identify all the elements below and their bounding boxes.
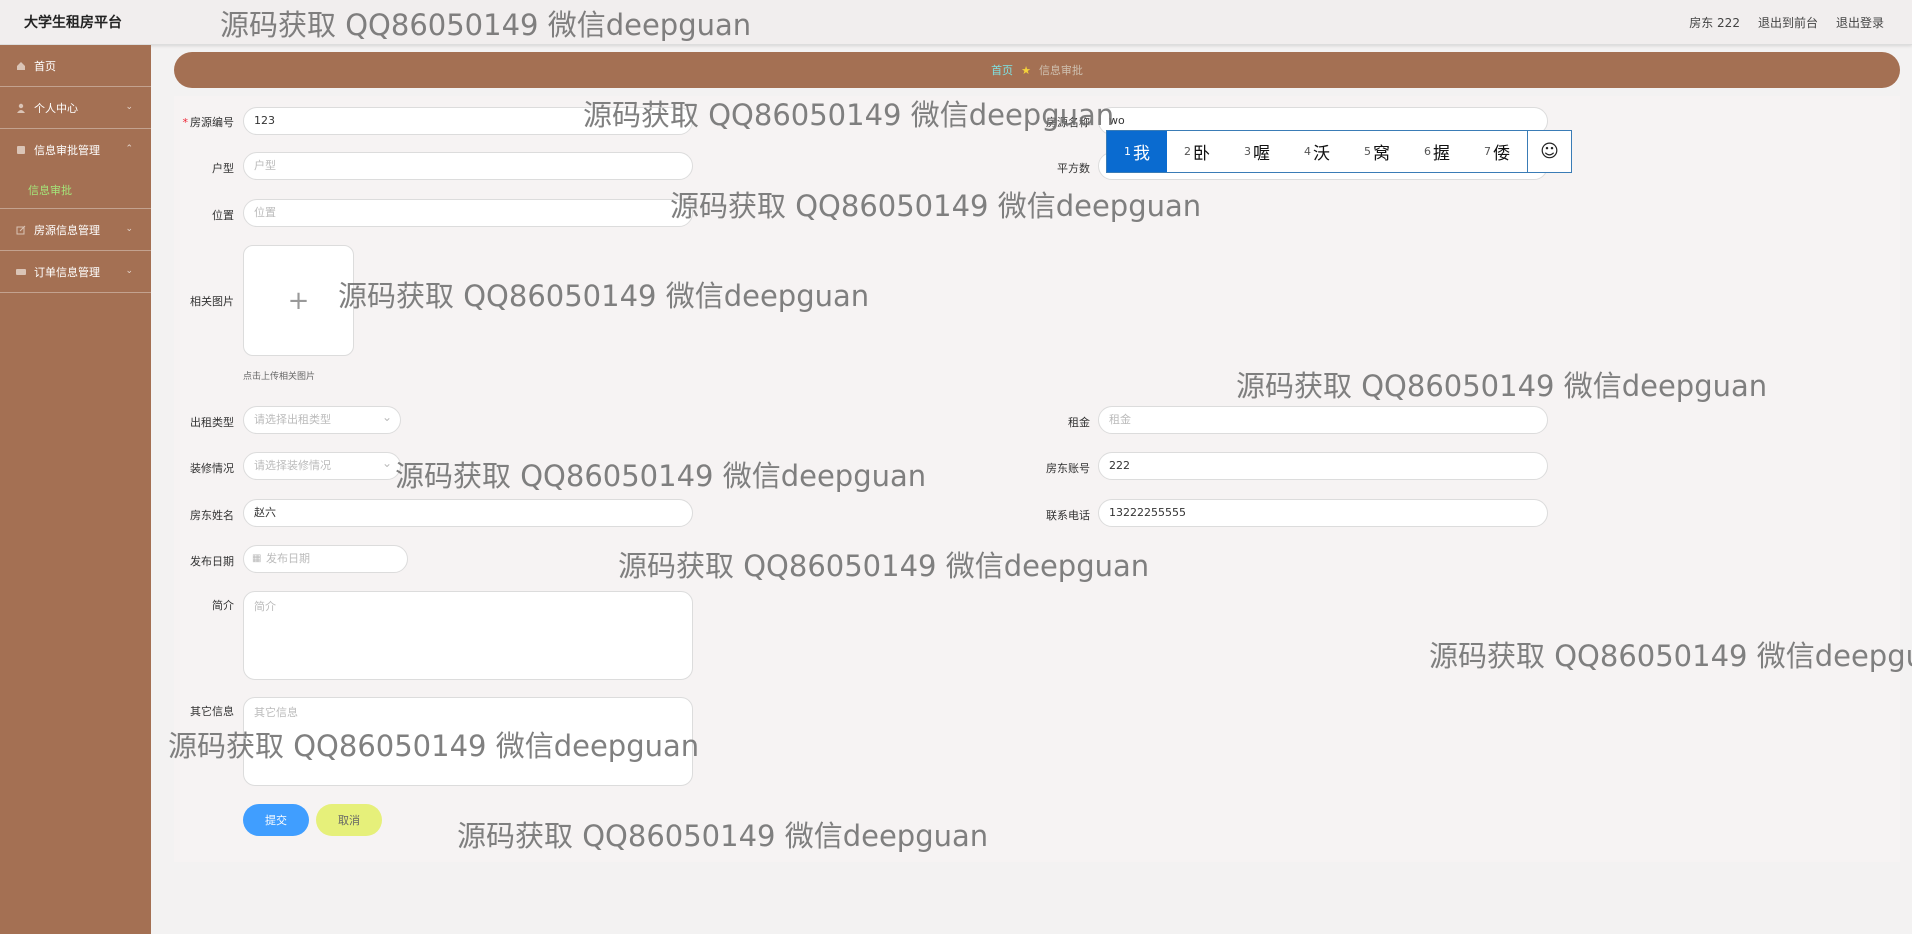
sidebar-item-home[interactable]: 首页: [0, 45, 151, 87]
type-input[interactable]: 户型: [243, 152, 693, 180]
chevron-down-icon: ⌄: [125, 102, 133, 112]
user-label: 房东 222: [1689, 16, 1740, 30]
landlord-name-label: 房东姓名: [190, 509, 234, 522]
phone-label: 联系电话: [1046, 509, 1090, 522]
landlord-account-input[interactable]: 222: [1098, 452, 1548, 480]
landlord-name-input[interactable]: 赵六: [243, 499, 693, 527]
rent-type-label: 出租类型: [190, 416, 234, 429]
other-textarea[interactable]: 其它信息: [243, 697, 693, 786]
breadcrumb: 首页 ★ 信息审批: [174, 52, 1900, 88]
home-icon: [17, 61, 25, 70]
intro-textarea[interactable]: 简介: [243, 591, 693, 680]
sidebar-item-label: 个人中心: [34, 101, 78, 115]
cancel-button[interactable]: 取消: [316, 804, 382, 836]
sidebar-item-label: 订单信息管理: [34, 265, 100, 279]
sidebar-subitem-approval[interactable]: 信息审批: [0, 171, 151, 209]
ime-candidate[interactable]: 6握: [1407, 131, 1467, 172]
sidebar-item-profile[interactable]: 个人中心 ⌄: [0, 87, 151, 129]
house-no-label: * 房源编号: [182, 116, 235, 129]
sidebar-item-label: 首页: [34, 59, 56, 73]
type-label: 户型: [212, 162, 234, 175]
ime-candidate[interactable]: 4沃: [1287, 131, 1347, 172]
top-bar: 大学生租房平台 房东 222 退出到前台 退出登录: [0, 0, 1912, 45]
chevron-up-icon: ⌃: [125, 144, 133, 154]
images-label: 相关图片: [190, 295, 234, 308]
list-icon: [17, 146, 25, 154]
chevron-down-icon: ⌄: [125, 266, 133, 276]
landlord-account-label: 房东账号: [1046, 462, 1090, 475]
edit-icon: [16, 225, 26, 234]
location-label: 位置: [212, 209, 234, 222]
breadcrumb-current: 信息审批: [1038, 64, 1083, 77]
sidebar-item-label: 信息审批管理: [34, 144, 100, 157]
ime-candidate[interactable]: 3喔: [1227, 131, 1287, 172]
sidebar-item-approval[interactable]: 信息审批管理 ⌃: [0, 129, 151, 171]
other-label: 其它信息: [190, 705, 234, 718]
rent-input[interactable]: 租金: [1098, 406, 1548, 434]
date-picker[interactable]: ▦ 发布日期: [243, 545, 408, 573]
logout-link[interactable]: 退出登录: [1836, 14, 1884, 31]
sidebar-item-label: 房源信息管理: [34, 223, 100, 237]
breadcrumb-home[interactable]: 首页: [991, 62, 1013, 78]
phone-input[interactable]: 13222255555: [1098, 499, 1548, 527]
date-placeholder: 发布日期: [266, 552, 310, 565]
emoji-icon[interactable]: ☺: [1527, 131, 1571, 172]
sidebar-item-houses[interactable]: 房源信息管理 ⌄: [0, 209, 151, 251]
star-icon: ★: [1021, 63, 1031, 77]
rent-label: 租金: [1068, 416, 1090, 429]
location-input[interactable]: 位置: [243, 199, 693, 227]
chevron-down-icon: ⌄: [125, 224, 133, 234]
sidebar-item-orders[interactable]: 订单信息管理 ⌄: [0, 251, 151, 293]
calendar-icon: ▦: [252, 553, 262, 564]
decoration-label: 装修情况: [190, 462, 234, 475]
ime-candidate-bar: 1我 2卧 3喔 4沃 5窝 6握 7倭 ☺: [1106, 130, 1572, 173]
house-no-input[interactable]: 123: [243, 107, 693, 135]
rent-type-select[interactable]: 请选择出租类型: [243, 404, 401, 434]
ime-candidate[interactable]: 5窝: [1347, 131, 1407, 172]
to-front-link[interactable]: 退出到前台: [1758, 14, 1818, 31]
image-upload-button[interactable]: +: [243, 245, 354, 356]
date-label: 发布日期: [190, 555, 234, 568]
intro-label: 简介: [212, 599, 234, 612]
plus-icon: +: [287, 285, 310, 316]
decoration-select[interactable]: 请选择装修情况: [243, 450, 401, 480]
ime-candidate[interactable]: 2卧: [1167, 131, 1227, 172]
user-icon: [17, 103, 25, 113]
house-name-label: 房源名称: [1046, 116, 1090, 129]
submit-button[interactable]: 提交: [243, 804, 309, 836]
ime-candidate[interactable]: 7倭: [1467, 131, 1527, 172]
app-title: 大学生租房平台: [24, 15, 122, 31]
ime-candidate[interactable]: 1我: [1107, 131, 1167, 172]
sidebar: 首页 个人中心 ⌄ 信息审批管理 ⌃ 信息审批 房源信息管理 ⌄ 订单信息管理 …: [0, 45, 151, 934]
upload-hint: 点击上传相关图片: [243, 372, 316, 382]
card-icon: [16, 268, 26, 275]
area-label: 平方数: [1057, 162, 1090, 175]
top-links: 房东 222 退出到前台 退出登录: [1689, 14, 1884, 31]
